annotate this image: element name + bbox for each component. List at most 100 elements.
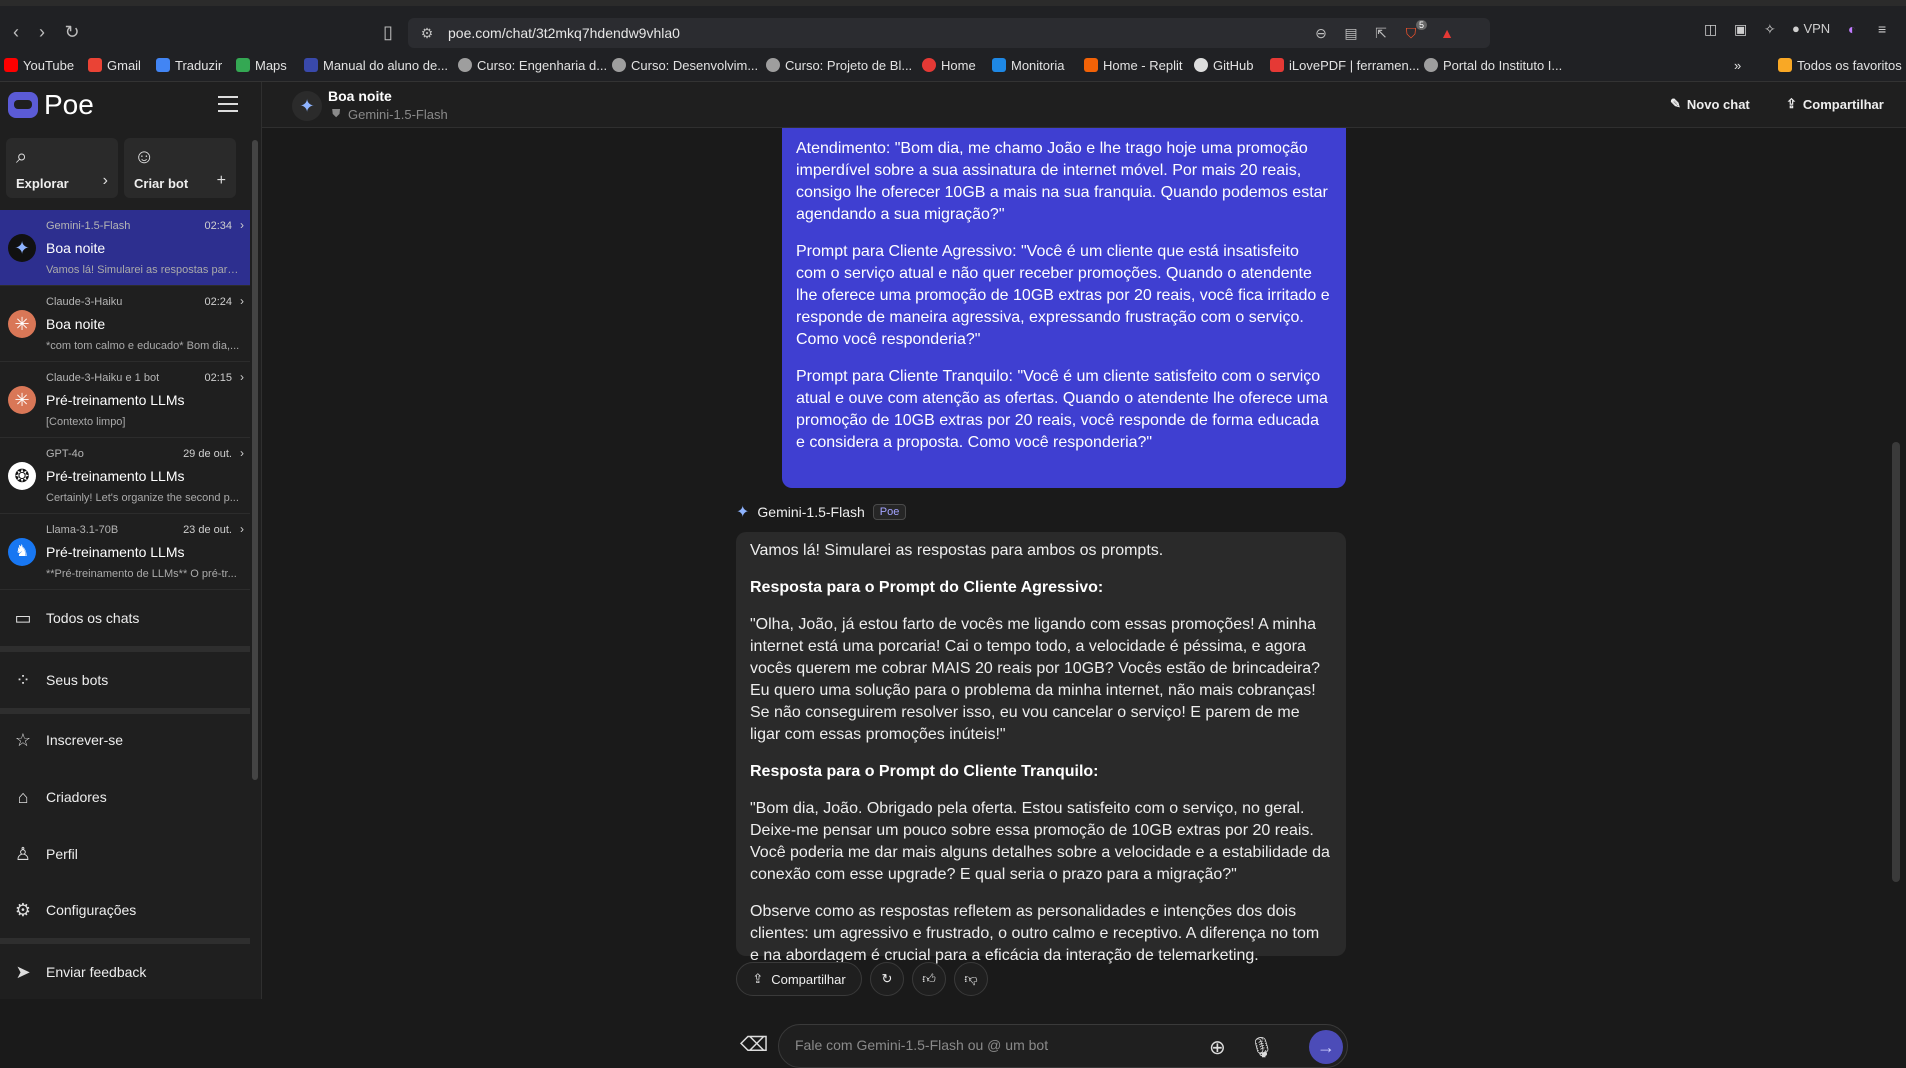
zoom-icon[interactable]: ⊖: [1312, 24, 1330, 42]
profile-icon[interactable]: ◐: [1848, 21, 1856, 37]
bookmark-ilovepdf[interactable]: iLovePDF | ferramen...: [1270, 55, 1420, 75]
chat-scrollbar[interactable]: [1892, 442, 1900, 882]
chat-bot-name: Claude-3-Haiku: [46, 296, 123, 308]
user-message-paragraph: Atendimento: "Bom dia, me chamo João e l…: [796, 140, 1328, 223]
subscribe-link[interactable]: ☆ Inscrever-se: [0, 718, 250, 762]
back-icon[interactable]: ‹: [6, 22, 26, 42]
chat-title: Pré-treinamento LLMs: [46, 544, 185, 560]
share-page-icon[interactable]: ⇱: [1372, 24, 1390, 42]
bookmark-curso-engenharia[interactable]: Curso: Engenharia d...: [458, 55, 607, 75]
create-bot-button[interactable]: ☺ Criar bot +: [124, 138, 236, 198]
message-input[interactable]: [795, 1037, 1195, 1053]
forward-icon[interactable]: ›: [32, 22, 52, 42]
bots-grid-icon: ⁘: [15, 669, 31, 690]
chat-preview: [Contexto limpo]: [46, 416, 126, 428]
bookmark-curso-desenvolvimento[interactable]: Curso: Desenvolvim...: [612, 55, 758, 75]
new-chat-button[interactable]: ✎ Novo chat: [1670, 96, 1750, 112]
bookmark-manual[interactable]: Manual do aluno de...: [304, 55, 448, 75]
attach-icon[interactable]: ⊕: [1209, 1035, 1226, 1060]
create-bot-label: Criar bot: [134, 176, 189, 191]
address-bar[interactable]: ⚙ poe.com/chat/3t2mkq7hdendw9vhla0 ⊖ ▤ ⇱…: [408, 18, 1490, 48]
bookmark-home[interactable]: Home: [922, 55, 976, 75]
chat-item[interactable]: ♞ Llama-3.1-70B 23 de out. › Pré-treinam…: [0, 514, 250, 590]
llama-avatar-icon: ♞: [8, 538, 36, 566]
explore-button[interactable]: ⌕ Explorar ›: [6, 138, 118, 198]
bookmark-maps[interactable]: Maps: [236, 55, 287, 75]
send-button[interactable]: →: [1309, 1030, 1343, 1064]
site-info-icon[interactable]: ⚙: [418, 24, 436, 42]
gemini-avatar-icon[interactable]: ✦: [292, 91, 322, 121]
clear-context-icon[interactable]: ⌫: [740, 1032, 768, 1057]
leo-ai-icon[interactable]: ✧: [1764, 21, 1776, 38]
bookmark-gmail[interactable]: Gmail: [88, 55, 141, 75]
rewards-icon[interactable]: ▲: [1438, 24, 1456, 42]
bookmark-curso-projeto[interactable]: Curso: Projeto de Bl...: [766, 55, 912, 75]
settings-link[interactable]: ⚙ Configurações: [0, 888, 250, 932]
chat-item[interactable]: ✳ Claude-3-Haiku 02:24 › Boa noite *com …: [0, 286, 250, 362]
all-favorites-folder[interactable]: Todos os favoritos: [1778, 55, 1902, 75]
bot-name[interactable]: Gemini-1.5-Flash: [757, 504, 864, 520]
chat-item[interactable]: ✳ Claude-3-Haiku e 1 bot 02:15 › Pré-tre…: [0, 362, 250, 438]
bot-message-heading: Resposta para o Prompt do Cliente Tranqu…: [750, 763, 1099, 780]
poe-logo[interactable]: Poe: [8, 88, 94, 122]
user-message-paragraph: Prompt para Cliente Agressivo: "Você é u…: [796, 243, 1330, 348]
replit-icon: [1084, 58, 1098, 72]
chat-item[interactable]: ❂ GPT-4o 29 de out. › Pré-treinamento LL…: [0, 438, 250, 514]
bookmark-youtube[interactable]: YouTube: [4, 55, 74, 75]
chat-time: 02:15: [204, 372, 232, 384]
sidebar-scrollbar[interactable]: [252, 140, 258, 780]
bot-message-paragraph: Observe como as respostas refletem as pe…: [750, 903, 1320, 964]
reload-icon[interactable]: ↻: [62, 22, 82, 42]
your-bots-link[interactable]: ⁘ Seus bots: [0, 658, 250, 702]
browser-menu-icon[interactable]: ≡: [1878, 21, 1886, 37]
vpn-button[interactable]: ● VPN: [1792, 21, 1830, 36]
message-actions: ⇪ Compartilhar ↻ 👍︎ 👎︎: [736, 962, 988, 998]
bot-message-bubble: Vamos lá! Simularei as respostas para am…: [736, 532, 1346, 964]
bookmark-monitoria[interactable]: Monitoria: [992, 55, 1064, 75]
chevron-right-icon: ›: [240, 446, 244, 460]
bookmark-page-icon[interactable]: ▯: [378, 22, 398, 42]
chevron-right-icon: ›: [102, 172, 108, 189]
reader-icon[interactable]: ▤: [1342, 24, 1360, 42]
all-chats-link[interactable]: ▭ Todos os chats: [0, 596, 250, 640]
send-feedback-link[interactable]: ➤ Enviar feedback: [0, 950, 250, 994]
sidebar: Poe ⌕ Explorar › ☺ Criar bot + ✦ Gemini-…: [0, 82, 262, 999]
share-message-button[interactable]: ⇪ Compartilhar: [736, 962, 862, 996]
chat-main: ✦ Boa noite ⛊ Gemini-1.5-Flash ✎ Novo cha…: [262, 82, 1906, 1068]
translate-icon: [156, 58, 170, 72]
chat-title: Boa noite: [46, 240, 106, 256]
bot-message-paragraph: Vamos lá! Simularei as respostas para am…: [750, 542, 1164, 559]
sidebar-toggle-icon[interactable]: ◫: [1704, 21, 1717, 38]
gemini-avatar-icon: ✦: [8, 234, 36, 262]
bookmark-portal[interactable]: Portal do Instituto I...: [1424, 55, 1562, 75]
creators-link[interactable]: ⌂ Criadores: [0, 775, 250, 819]
chat-time: 29 de out.: [183, 448, 232, 460]
chat-item[interactable]: ✦ Gemini-1.5-Flash 02:34 › Boa noite Vam…: [0, 210, 250, 286]
shield-icon: ⛊: [332, 108, 341, 120]
bookmark-replit[interactable]: Home - Replit: [1084, 55, 1182, 75]
user-message-bubble: Atendimento: "Bom dia, me chamo João e l…: [782, 128, 1346, 488]
url-text[interactable]: poe.com/chat/3t2mkq7hdendw9vhla0: [448, 25, 680, 41]
maps-icon: [236, 58, 250, 72]
globe-icon: [1424, 58, 1438, 72]
chat-preview: *com tom calmo e educado* Bom dia,...: [46, 340, 240, 352]
hamburger-menu-icon[interactable]: [218, 96, 238, 114]
gear-icon: ⚙: [14, 899, 32, 920]
share-icon: ⇪: [752, 971, 764, 986]
thumbs-up-icon[interactable]: 👍︎: [912, 962, 946, 996]
more-bookmarks-button[interactable]: »: [1734, 55, 1741, 75]
share-chat-button[interactable]: ⇪ Compartilhar: [1786, 96, 1884, 112]
chat-time: 23 de out.: [183, 524, 232, 536]
bookmark-github[interactable]: GitHub: [1194, 55, 1253, 75]
wallet-icon[interactable]: ▣: [1734, 21, 1747, 38]
claude-avatar-icon: ✳: [8, 310, 36, 338]
thumbs-down-icon[interactable]: 👎︎: [954, 962, 988, 996]
divider: [0, 708, 250, 714]
globe-icon: [458, 58, 472, 72]
mic-icon[interactable]: 🎙︎: [1249, 1035, 1274, 1060]
bookmark-traduzir[interactable]: Traduzir: [156, 55, 222, 75]
profile-link[interactable]: ♙ Perfil: [0, 832, 250, 876]
regenerate-icon[interactable]: ↻: [870, 962, 904, 996]
chat-bot-subtitle[interactable]: Gemini-1.5-Flash: [348, 107, 448, 122]
divider: [0, 938, 250, 944]
